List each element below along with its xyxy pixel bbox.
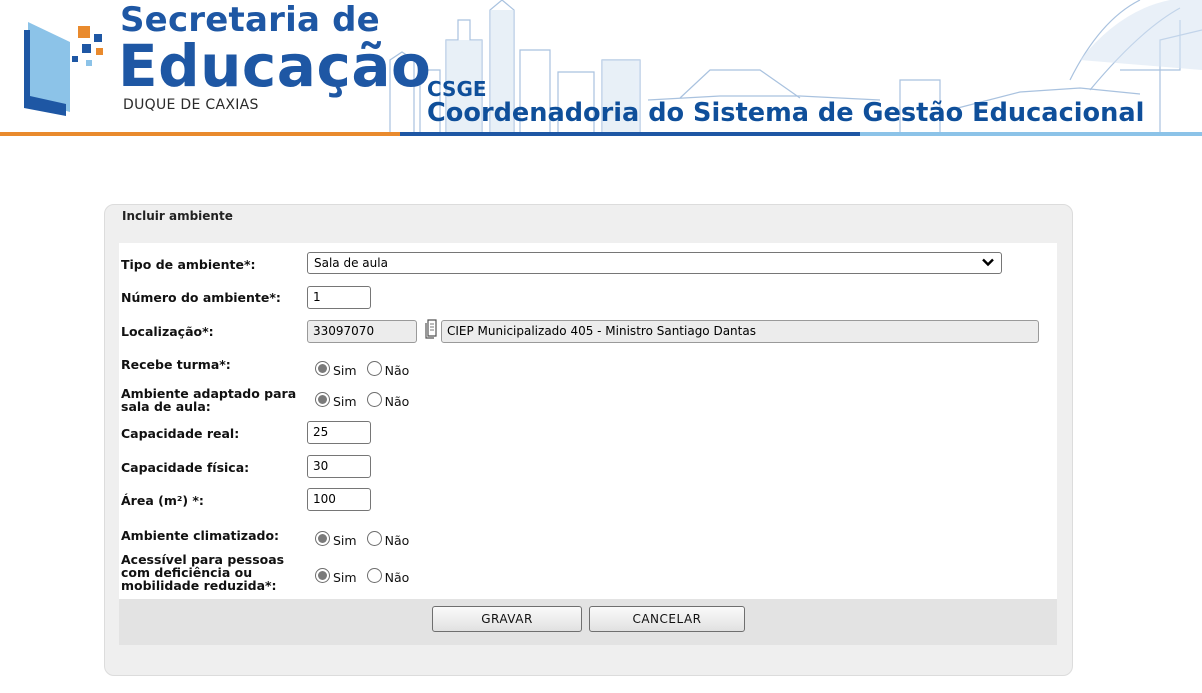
acessivel-nao-label: Não bbox=[384, 569, 410, 585]
numero-ambiente-label: Número do ambiente*: bbox=[121, 290, 281, 305]
brand-subtitle: DUQUE DE CAXIAS bbox=[123, 97, 259, 113]
area-input[interactable]: 100 bbox=[307, 488, 371, 511]
secretaria-logo-icon bbox=[24, 22, 103, 116]
recebe-turma-radio-group: Sim Não bbox=[315, 359, 409, 377]
localizacao-name-field[interactable]: CIEP Municipalizado 405 - Ministro Santi… bbox=[441, 320, 1039, 343]
numero-ambiente-input[interactable]: 1 bbox=[307, 286, 371, 309]
adaptado-sim-radio[interactable] bbox=[315, 391, 330, 407]
recebe-turma-sim-radio[interactable] bbox=[315, 360, 330, 376]
adaptado-nao-radio[interactable] bbox=[366, 391, 382, 407]
cancelar-button[interactable]: CANCELAR bbox=[589, 606, 745, 632]
csge-acronym: CSGE bbox=[427, 77, 487, 101]
header-stripe-blue bbox=[400, 132, 860, 136]
header-stripe-light-blue bbox=[860, 132, 1202, 136]
climatizado-nao-radio[interactable] bbox=[366, 530, 382, 546]
climatizado-sim-label: Sim bbox=[333, 532, 357, 548]
adaptado-label: Ambiente adaptado para sala de aula: bbox=[121, 387, 296, 413]
localizacao-code-field[interactable]: 33097070 bbox=[307, 320, 417, 343]
capacidade-real-input[interactable]: 25 bbox=[307, 421, 371, 444]
recebe-turma-label: Recebe turma*: bbox=[121, 357, 231, 372]
brand-title-line2: Educação bbox=[118, 32, 432, 100]
capacidade-fisica-input[interactable]: 30 bbox=[307, 455, 371, 478]
tipo-ambiente-label: Tipo de ambiente*: bbox=[121, 257, 256, 272]
capacidade-fisica-label: Capacidade física: bbox=[121, 460, 250, 475]
panel-title: Incluir ambiente bbox=[122, 209, 233, 223]
acessivel-label: Acessível para pessoas com deficiência o… bbox=[121, 553, 284, 594]
climatizado-nao-label: Não bbox=[384, 532, 410, 548]
tipo-ambiente-selected: Sala de aula bbox=[314, 256, 388, 270]
document-icon[interactable] bbox=[424, 319, 438, 339]
adaptado-label-line2: sala de aula: bbox=[121, 399, 211, 415]
acessivel-radio-group: Sim Não bbox=[315, 566, 409, 584]
recebe-turma-nao-radio[interactable] bbox=[366, 360, 382, 376]
acessivel-sim-label: Sim bbox=[333, 569, 357, 585]
header-stripe-orange bbox=[0, 132, 400, 136]
area-label: Área (m²) *: bbox=[121, 493, 204, 508]
chevron-down-icon bbox=[982, 258, 994, 267]
adaptado-sim-label: Sim bbox=[333, 393, 357, 409]
header-banner: Secretaria de Educação DUQUE DE CAXIAS C… bbox=[0, 0, 1202, 142]
recebe-turma-sim-label: Sim bbox=[333, 362, 357, 378]
adaptado-radio-group: Sim Não bbox=[315, 390, 409, 408]
gravar-button[interactable]: GRAVAR bbox=[432, 606, 582, 632]
localizacao-label: Localização*: bbox=[121, 324, 214, 339]
climatizado-sim-radio[interactable] bbox=[315, 530, 330, 546]
capacidade-real-label: Capacidade real: bbox=[121, 426, 240, 441]
climatizado-label: Ambiente climatizado: bbox=[121, 528, 280, 543]
acessivel-sim-radio[interactable] bbox=[315, 567, 330, 583]
acessivel-label-line3: mobilidade reduzida*: bbox=[121, 578, 277, 594]
recebe-turma-nao-label: Não bbox=[384, 362, 410, 378]
acessivel-nao-radio[interactable] bbox=[366, 567, 382, 583]
climatizado-radio-group: Sim Não bbox=[315, 529, 409, 547]
button-bar bbox=[119, 599, 1057, 645]
tipo-ambiente-select[interactable]: Sala de aula bbox=[307, 252, 1002, 274]
csge-full-name: Coordenadoria do Sistema de Gestão Educa… bbox=[427, 98, 1145, 128]
adaptado-nao-label: Não bbox=[384, 393, 410, 409]
